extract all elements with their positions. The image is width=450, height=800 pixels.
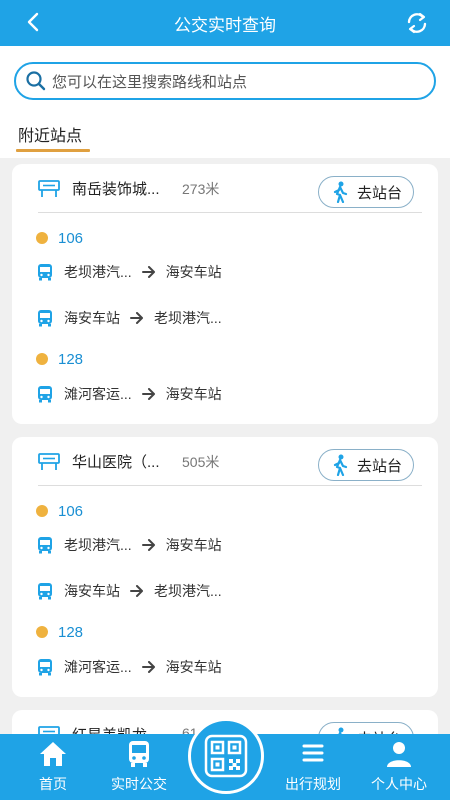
- stop-card[interactable]: 华山医院（... 505米 去站台 106 老坝港汽... 海安车站 海安车站 …: [12, 437, 438, 697]
- arrow-right-icon: [130, 585, 143, 597]
- bus-stop-sign-icon: [38, 453, 60, 470]
- stop-name: 华山医院（...: [72, 454, 160, 471]
- bus-icon: [38, 537, 52, 554]
- home-icon: [40, 742, 66, 766]
- page-title: 公交实时查询: [174, 15, 276, 35]
- line-dot: [36, 232, 48, 244]
- route-planning-icon: [302, 744, 324, 762]
- bus-stop-sign-icon: [38, 180, 60, 197]
- back-icon[interactable]: [22, 10, 46, 34]
- stop-card-header: 华山医院（... 505米 去站台: [12, 437, 438, 485]
- bus-icon: [38, 659, 52, 676]
- route-from: 滩河客运...: [64, 386, 132, 402]
- stop-card-header: 南岳装饰城... 273米 去站台: [12, 164, 438, 212]
- stop-distance: 505米: [182, 454, 220, 470]
- bus-icon: [129, 741, 149, 767]
- qr-code-icon: [204, 734, 248, 778]
- arrow-right-icon: [141, 388, 155, 400]
- tab-profile-label: 个人中心: [371, 776, 427, 792]
- route-row[interactable]: 老坝港汽... 海安车站: [36, 534, 222, 556]
- line-dot: [36, 353, 48, 365]
- route-to: 海安车站: [165, 386, 222, 402]
- line-dot: [36, 626, 48, 638]
- search-icon: [26, 71, 46, 91]
- section-title: 附近站点: [18, 128, 83, 145]
- go-to-stop-label: 去站台: [357, 457, 403, 475]
- search-area: 您可以在这里搜索路线和站点: [0, 46, 450, 114]
- route-row[interactable]: 海安车站 老坝港汽...: [36, 580, 222, 602]
- line-number: 128: [58, 623, 84, 641]
- tab-home[interactable]: 首页: [20, 734, 86, 800]
- line-header[interactable]: 106: [36, 227, 83, 249]
- route-from: 海安车站: [64, 583, 120, 599]
- bus-icon: [38, 264, 52, 281]
- line-header[interactable]: 128: [36, 348, 83, 370]
- line-number: 128: [58, 350, 84, 368]
- qr-scan-button[interactable]: [188, 718, 264, 794]
- walking-person-icon: [333, 181, 348, 203]
- refresh-icon[interactable]: [404, 10, 430, 36]
- arrow-right-icon: [141, 661, 155, 673]
- app-header: 公交实时查询: [0, 0, 450, 46]
- route-row[interactable]: 老坝港汽... 海安车站: [36, 261, 222, 283]
- line-number: 106: [58, 229, 84, 247]
- arrow-right-icon: [141, 539, 155, 551]
- route-row[interactable]: 海安车站 老坝港汽...: [36, 307, 222, 329]
- arrow-right-icon: [130, 312, 143, 324]
- bus-icon: [38, 583, 52, 600]
- tab-realtime-label: 实时公交: [111, 776, 167, 792]
- route-row[interactable]: 滩河客运... 海安车站: [36, 656, 222, 678]
- route-from: 老坝港汽...: [64, 264, 132, 280]
- arrow-right-icon: [141, 266, 155, 278]
- route-from: 老坝港汽...: [64, 537, 132, 553]
- tab-trip-planning[interactable]: 出行规划: [276, 734, 350, 800]
- line-header[interactable]: 106: [36, 500, 83, 522]
- route-to: 老坝港汽...: [154, 310, 222, 326]
- card-divider: [38, 485, 422, 486]
- line-number: 106: [58, 502, 84, 520]
- tab-realtime-bus[interactable]: 实时公交: [100, 734, 178, 800]
- route-to: 海安车站: [165, 264, 222, 280]
- search-placeholder: 您可以在这里搜索路线和站点: [52, 73, 248, 91]
- search-input[interactable]: 您可以在这里搜索路线和站点: [14, 62, 436, 100]
- tab-home-label: 首页: [39, 776, 67, 792]
- tab-profile[interactable]: 个人中心: [362, 734, 436, 800]
- go-to-stop-label: 去站台: [357, 184, 403, 202]
- bus-icon: [38, 386, 52, 403]
- walking-person-icon: [333, 454, 348, 476]
- route-row[interactable]: 滩河客运... 海安车站: [36, 383, 222, 405]
- go-to-stop-button[interactable]: 去站台: [318, 449, 414, 481]
- route-to: 老坝港汽...: [154, 583, 222, 599]
- nearby-section-header: 附近站点: [0, 114, 450, 158]
- bus-icon: [38, 310, 52, 327]
- stop-name: 南岳装饰城...: [72, 181, 160, 198]
- tab-planning-label: 出行规划: [285, 776, 341, 792]
- go-to-stop-button[interactable]: 去站台: [318, 176, 414, 208]
- route-to: 海安车站: [165, 659, 222, 675]
- line-dot: [36, 505, 48, 517]
- stop-card[interactable]: 南岳装饰城... 273米 去站台 106 老坝港汽... 海安车站 海安车站 …: [12, 164, 438, 424]
- section-underline: [16, 149, 90, 152]
- route-to: 海安车站: [165, 537, 222, 553]
- route-from: 滩河客运...: [64, 659, 132, 675]
- stop-distance: 273米: [182, 181, 220, 197]
- route-from: 海安车站: [64, 310, 120, 326]
- person-icon: [387, 742, 411, 767]
- line-header[interactable]: 128: [36, 621, 83, 643]
- card-divider: [38, 212, 422, 213]
